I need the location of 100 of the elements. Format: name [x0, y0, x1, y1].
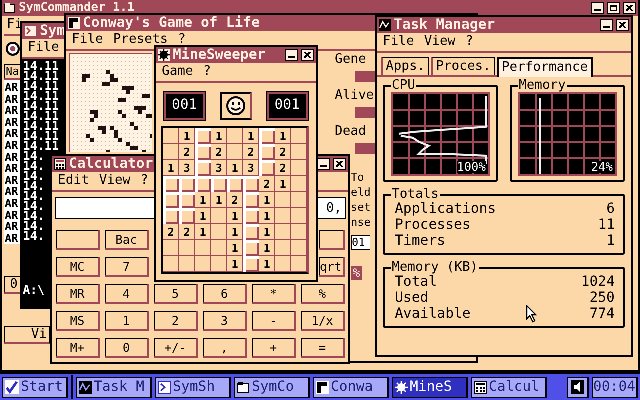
calculator-key[interactable]: ,	[203, 338, 247, 358]
hidden-cell[interactable]	[163, 192, 179, 208]
hidden-cell[interactable]	[211, 176, 227, 192]
close-button[interactable]	[616, 19, 629, 31]
file-name[interactable]: AR	[4, 186, 20, 198]
calculator-key[interactable]: Bac	[105, 230, 149, 250]
new-game-button[interactable]	[220, 92, 252, 120]
hidden-cell[interactable]	[243, 256, 259, 272]
close-button[interactable]	[301, 49, 314, 61]
menu-item[interactable]: View	[424, 34, 456, 50]
file-name[interactable]: AR	[4, 232, 20, 244]
calculator-key[interactable]: 0	[105, 338, 149, 358]
menu-item[interactable]: ?	[140, 173, 148, 189]
menu-item[interactable]: Presets	[113, 32, 168, 48]
calculator-key[interactable]: 3	[203, 311, 247, 331]
hidden-cell[interactable]	[259, 160, 275, 176]
menu-item[interactable]: ?	[178, 32, 186, 48]
hidden-cell[interactable]	[179, 208, 195, 224]
calculator-key[interactable]: M+	[56, 338, 100, 358]
calculator-key[interactable]: qrt	[319, 257, 345, 277]
file-name[interactable]: AR	[4, 140, 20, 152]
calculator-key[interactable]: =	[301, 338, 345, 358]
cell-grid[interactable]	[69, 53, 152, 152]
cpu-reading: 100%	[457, 161, 486, 173]
hidden-cell[interactable]	[243, 224, 259, 240]
taskbar-button[interactable]: SymCo	[234, 376, 310, 398]
file-name[interactable]: AR	[4, 116, 20, 128]
taskbar-button[interactable]: MineS	[392, 376, 468, 398]
close-button[interactable]	[333, 158, 346, 170]
hidden-cell[interactable]	[195, 160, 211, 176]
taskbar-button[interactable]: Conwa	[313, 376, 389, 398]
hidden-cell[interactable]	[243, 240, 259, 256]
menu-item[interactable]: Game	[162, 64, 194, 80]
taskbar-button[interactable]: Calcul	[471, 376, 547, 398]
hidden-cell[interactable]	[195, 128, 211, 144]
input-field[interactable]: 01	[351, 235, 370, 250]
calculator-key[interactable]: 1	[105, 311, 149, 331]
file-name[interactable]: AR	[4, 221, 20, 233]
calculator-key[interactable]: MS	[56, 311, 100, 331]
tab[interactable]: Apps.	[381, 57, 430, 75]
option-tag[interactable]: %	[351, 266, 362, 280]
minimize-button[interactable]	[591, 2, 604, 14]
hidden-cell[interactable]	[179, 192, 195, 208]
command-prompt[interactable]: A:\	[23, 285, 45, 295]
calculator-key[interactable]	[56, 230, 100, 250]
menu-item[interactable]: File	[28, 40, 60, 56]
file-name[interactable]: AR	[4, 152, 20, 164]
calculator-key[interactable]: -	[252, 311, 296, 331]
tab[interactable]: Performance	[496, 57, 594, 77]
minimize-button[interactable]	[285, 49, 298, 61]
calculator-key[interactable]: MC	[56, 257, 100, 277]
calculator-key[interactable]: 4	[105, 284, 149, 304]
hidden-cell[interactable]	[243, 192, 259, 208]
file-name[interactable]: AR	[4, 82, 20, 94]
tab[interactable]: Proces.	[431, 57, 495, 75]
hidden-cell[interactable]	[243, 208, 259, 224]
menu-item[interactable]: ?	[203, 64, 212, 80]
file-name[interactable]: AR	[4, 210, 20, 222]
radio-button[interactable]	[6, 42, 20, 56]
calculator-key[interactable]: MR	[56, 284, 100, 304]
hidden-cell[interactable]	[163, 176, 179, 192]
calculator-key[interactable]	[319, 230, 345, 250]
minimize-button[interactable]	[317, 158, 330, 170]
hidden-cell[interactable]	[163, 208, 179, 224]
menu-item[interactable]: File	[72, 32, 104, 48]
view-button[interactable]: Vi	[4, 326, 50, 344]
calculator-key[interactable]: 2	[154, 311, 198, 331]
hidden-cell[interactable]	[259, 128, 275, 144]
minimize-button[interactable]	[600, 19, 613, 31]
calculator-key[interactable]: 7	[105, 257, 149, 277]
taskbar-button[interactable]: SymSh	[155, 376, 231, 398]
close-button[interactable]	[623, 2, 636, 14]
hidden-cell[interactable]	[195, 176, 211, 192]
hidden-cell[interactable]	[179, 176, 195, 192]
tray-button[interactable]	[567, 376, 589, 398]
calculator-key[interactable]: 6	[203, 284, 247, 304]
file-name[interactable]: AR	[4, 198, 20, 210]
start-button[interactable]: Start	[2, 376, 68, 398]
menu-item[interactable]: Edit	[58, 173, 90, 189]
calculator-key[interactable]: *	[252, 284, 296, 304]
calculator-key[interactable]: %	[301, 284, 345, 304]
file-name[interactable]: AR	[4, 163, 20, 175]
menu-item[interactable]: File	[383, 34, 414, 50]
hidden-cell[interactable]	[259, 144, 275, 160]
maximize-button[interactable]	[607, 2, 620, 14]
menu-item[interactable]: Fi	[7, 17, 23, 33]
hidden-cell[interactable]	[227, 176, 243, 192]
hidden-cell[interactable]	[195, 144, 211, 160]
file-name[interactable]: AR	[4, 105, 20, 117]
taskbar-button[interactable]: Task M	[76, 376, 152, 398]
file-name[interactable]: AR	[4, 174, 20, 186]
file-name[interactable]: AR	[4, 94, 20, 106]
calculator-key[interactable]: 5	[154, 284, 198, 304]
calculator-key[interactable]: +	[252, 338, 296, 358]
calculator-key[interactable]: 1/x	[301, 311, 345, 331]
hidden-cell[interactable]	[243, 176, 259, 192]
menu-item[interactable]: View	[99, 173, 131, 189]
calculator-key[interactable]: +/-	[154, 338, 198, 358]
file-name[interactable]: AR	[4, 128, 20, 140]
menu-item[interactable]: ?	[466, 34, 474, 50]
